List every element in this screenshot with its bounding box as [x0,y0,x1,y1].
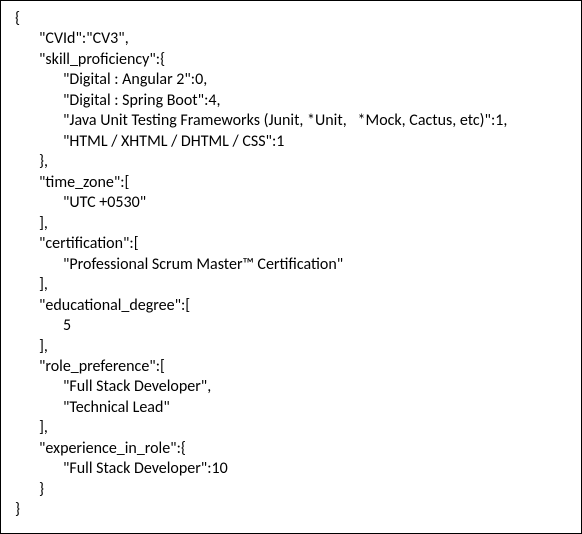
code-line: "experience_in_role":{ [15,439,567,459]
code-line: "educational_degree":[ [15,296,567,316]
code-line: ], [15,418,567,438]
code-line: "HTML / XHTML / DHTML / CSS":1 [15,132,567,152]
code-line: "time_zone":[ [15,173,567,193]
code-line: "Professional Scrum Master™ Certificatio… [15,255,567,275]
code-line: ], [15,337,567,357]
code-line: "role_preference":[ [15,357,567,377]
json-code-block: { "CVId":"CV3", "skill_proficiency":{ "D… [0,0,582,534]
code-line: "skill_proficiency":{ [15,50,567,70]
code-line: ], [15,275,567,295]
code-line: "Java Unit Testing Frameworks (Junit, *U… [15,111,567,131]
code-line: "Full Stack Developer":10 [15,459,567,479]
code-line: "Full Stack Developer", [15,377,567,397]
code-line: "UTC +0530" [15,193,567,213]
code-line: 5 [15,316,567,336]
code-line: { [15,9,567,29]
code-line: } [15,500,567,520]
code-line: "CVId":"CV3", [15,29,567,49]
code-line: ], [15,214,567,234]
code-line: "Digital : Angular 2":0, [15,70,567,90]
code-line: } [15,480,567,500]
code-line: "Technical Lead" [15,398,567,418]
code-line: "Digital : Spring Boot":4, [15,91,567,111]
code-line: }, [15,152,567,172]
code-line: "certification":[ [15,234,567,254]
